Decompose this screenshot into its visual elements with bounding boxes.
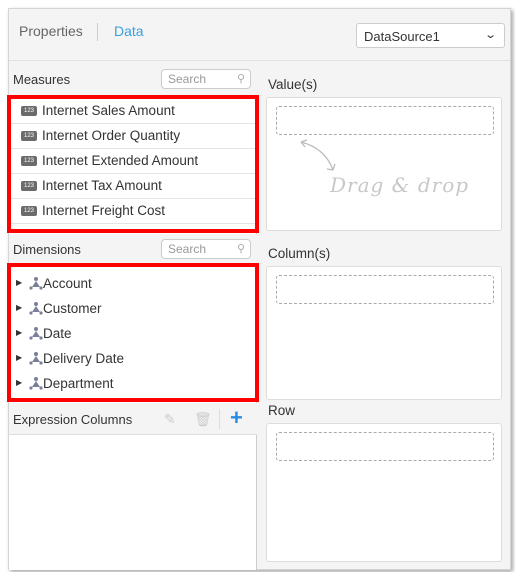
- measure-label: Internet Sales Amount: [42, 103, 175, 118]
- hierarchy-icon: [29, 277, 43, 290]
- tab-divider: [97, 23, 98, 41]
- measure-item[interactable]: 123 Internet Extended Amount: [11, 149, 255, 174]
- numeric-icon: 123: [21, 181, 37, 191]
- expand-arrow-icon[interactable]: ▶: [16, 278, 22, 287]
- dimension-label: Date: [43, 326, 72, 341]
- dimension-item[interactable]: ▶ Department: [11, 373, 255, 398]
- search-placeholder: Search: [168, 72, 207, 86]
- expand-arrow-icon[interactable]: ▶: [16, 303, 22, 312]
- fields-column: Measures Search ⚲ 123 Internet Sales Amoun…: [7, 62, 259, 570]
- dimension-label: Delivery Date: [43, 351, 125, 366]
- measures-list: 123 Internet Sales Amount 123 Internet Ord…: [7, 95, 259, 233]
- hierarchy-icon: [29, 327, 43, 340]
- measure-item[interactable]: 123 Internet Order Quantity: [11, 124, 255, 149]
- dimension-label: Account: [43, 276, 92, 291]
- drop-placeholder: [276, 275, 494, 304]
- measures-header: Measures Search ⚲: [9, 62, 257, 96]
- measure-item[interactable]: 123 Internet Freight Cost: [11, 199, 255, 224]
- expression-columns-title: Expression Columns: [13, 412, 133, 427]
- dimension-label: Department: [43, 376, 114, 391]
- numeric-icon: 123: [21, 106, 37, 116]
- measure-label: Internet Tax Amount: [42, 178, 162, 193]
- drop-placeholder: [276, 106, 494, 135]
- panel-header: Properties Data DataSource1 ⌄: [9, 9, 510, 61]
- values-label: Value(s): [268, 77, 318, 92]
- measures-search-input[interactable]: Search ⚲: [161, 69, 251, 89]
- measure-label: Internet Freight Cost: [42, 203, 166, 218]
- hierarchy-icon: [29, 352, 43, 365]
- dimensions-list: ▶ Account ▶ Customer ▶ Date ▶ Delivery Date …: [7, 263, 259, 402]
- measures-title: Measures: [13, 72, 71, 87]
- chevron-down-icon: ⌄: [483, 29, 497, 41]
- datasource-value: DataSource1: [364, 29, 440, 44]
- search-placeholder: Search: [168, 242, 207, 256]
- tab-data[interactable]: Data: [114, 23, 144, 39]
- dimension-label: Customer: [43, 301, 102, 316]
- dimensions-header: Dimensions Search ⚲: [9, 234, 257, 264]
- data-panel: Properties Data DataSource1 ⌄ Measures Se…: [7, 8, 511, 570]
- dimension-item[interactable]: ▶ Customer: [11, 298, 255, 323]
- measure-label: Internet Extended Amount: [42, 153, 199, 168]
- delete-icon[interactable]: 🗑: [194, 411, 212, 428]
- row-drop-zone[interactable]: [266, 423, 502, 562]
- expand-arrow-icon[interactable]: ▶: [16, 328, 22, 337]
- dimensions-title: Dimensions: [13, 242, 81, 257]
- expand-arrow-icon[interactable]: ▶: [16, 378, 22, 387]
- hierarchy-icon: [29, 377, 43, 390]
- expand-arrow-icon[interactable]: ▶: [16, 353, 22, 362]
- tab-properties[interactable]: Properties: [19, 23, 83, 39]
- search-icon: ⚲: [236, 243, 245, 255]
- add-icon[interactable]: +: [230, 405, 243, 431]
- row-label: Row: [268, 403, 296, 418]
- columns-drop-zone[interactable]: [266, 266, 502, 400]
- drop-placeholder: [276, 432, 494, 461]
- hierarchy-icon: [29, 302, 43, 315]
- measure-label: Internet Order Quantity: [42, 128, 181, 143]
- dimension-item[interactable]: ▶ Date: [11, 323, 255, 348]
- dimensions-search-input[interactable]: Search ⚲: [161, 239, 251, 259]
- numeric-icon: 123: [21, 156, 37, 166]
- edit-icon[interactable]: ✎: [164, 411, 176, 428]
- dimension-item[interactable]: ▶ Delivery Date: [11, 348, 255, 373]
- search-icon: ⚲: [236, 73, 245, 85]
- curved-arrow-icon: [300, 139, 336, 171]
- drag-drop-hint: Drag & drop: [330, 173, 470, 197]
- columns-label: Column(s): [268, 246, 331, 261]
- dimension-item[interactable]: ▶ Account: [11, 273, 255, 298]
- values-drop-zone[interactable]: Drag & drop: [266, 97, 502, 231]
- measure-item[interactable]: 123 Internet Tax Amount: [11, 174, 255, 199]
- expression-columns-header: Expression Columns ✎ 🗑 +: [9, 403, 257, 435]
- toolbar-divider: [219, 409, 220, 429]
- measure-item[interactable]: 123 Internet Sales Amount: [11, 99, 255, 124]
- numeric-icon: 123: [21, 131, 37, 141]
- datasource-dropdown[interactable]: DataSource1 ⌄: [356, 23, 505, 48]
- numeric-icon: 123: [21, 206, 37, 216]
